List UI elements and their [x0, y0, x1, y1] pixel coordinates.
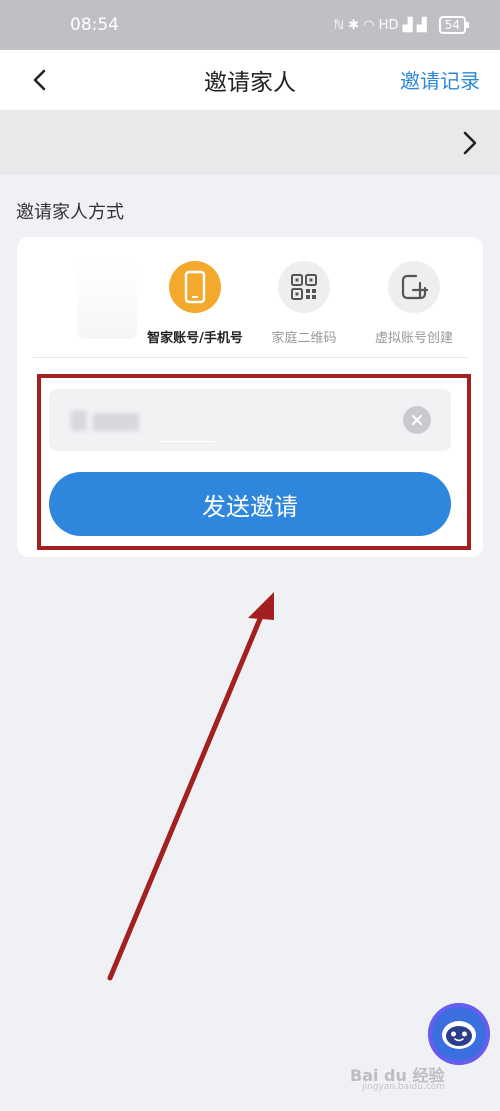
phone-icon — [169, 261, 221, 313]
send-invite-button[interactable]: 发送邀请 — [49, 472, 451, 536]
status-icons: ℕ ✱ ◠ HD ▟ ▟ 54 — [333, 16, 470, 34]
section-title: 邀请家人方式 — [16, 202, 124, 223]
nav-bar: 邀请家人 邀请记录 — [0, 50, 500, 110]
invite-options: 智家账号/手机号 家庭二维码 虚拟账号创建 — [17, 237, 483, 357]
battery-icon: 54 — [438, 16, 470, 34]
divider — [33, 357, 467, 358]
family-row[interactable] — [0, 110, 500, 175]
signal-icons: ℕ ✱ ◠ HD ▟ ▟ — [333, 17, 427, 33]
account-phone-input[interactable]: ▇ ▆▆▆ — [49, 389, 451, 451]
battery-level: 54 — [444, 18, 460, 32]
back-button[interactable] — [26, 66, 54, 94]
chevron-right-icon — [463, 131, 477, 155]
page-title: 邀请家人 — [204, 70, 296, 96]
qr-code-icon — [278, 261, 330, 313]
invite-records-link[interactable]: 邀请记录 — [400, 65, 480, 94]
watermark-url: jingyan.baidu.com — [362, 1082, 446, 1092]
option-label: 家庭二维码 — [271, 331, 337, 346]
status-time: 08:54 — [70, 15, 119, 35]
option-label: 虚拟账号创建 — [374, 331, 453, 346]
close-icon — [412, 415, 422, 425]
chevron-left-icon — [33, 69, 46, 91]
input-underline — [159, 441, 215, 442]
option-label: 智家账号/手机号 — [147, 331, 243, 346]
invite-card: 智家账号/手机号 家庭二维码 虚拟账号创建 ▇ ▆▆▆ 发送邀请 — [17, 237, 483, 557]
add-square-icon — [388, 261, 440, 313]
option-virtual-account[interactable]: 虚拟账号创建 — [344, 261, 484, 346]
assistant-float-button[interactable] — [428, 1003, 490, 1065]
input-value: ▇ ▆▆▆ — [71, 407, 139, 431]
clear-input-button[interactable] — [403, 406, 431, 434]
robot-face-icon — [442, 1021, 476, 1049]
status-bar: 08:54 ℕ ✱ ◠ HD ▟ ▟ 54 — [0, 0, 500, 50]
